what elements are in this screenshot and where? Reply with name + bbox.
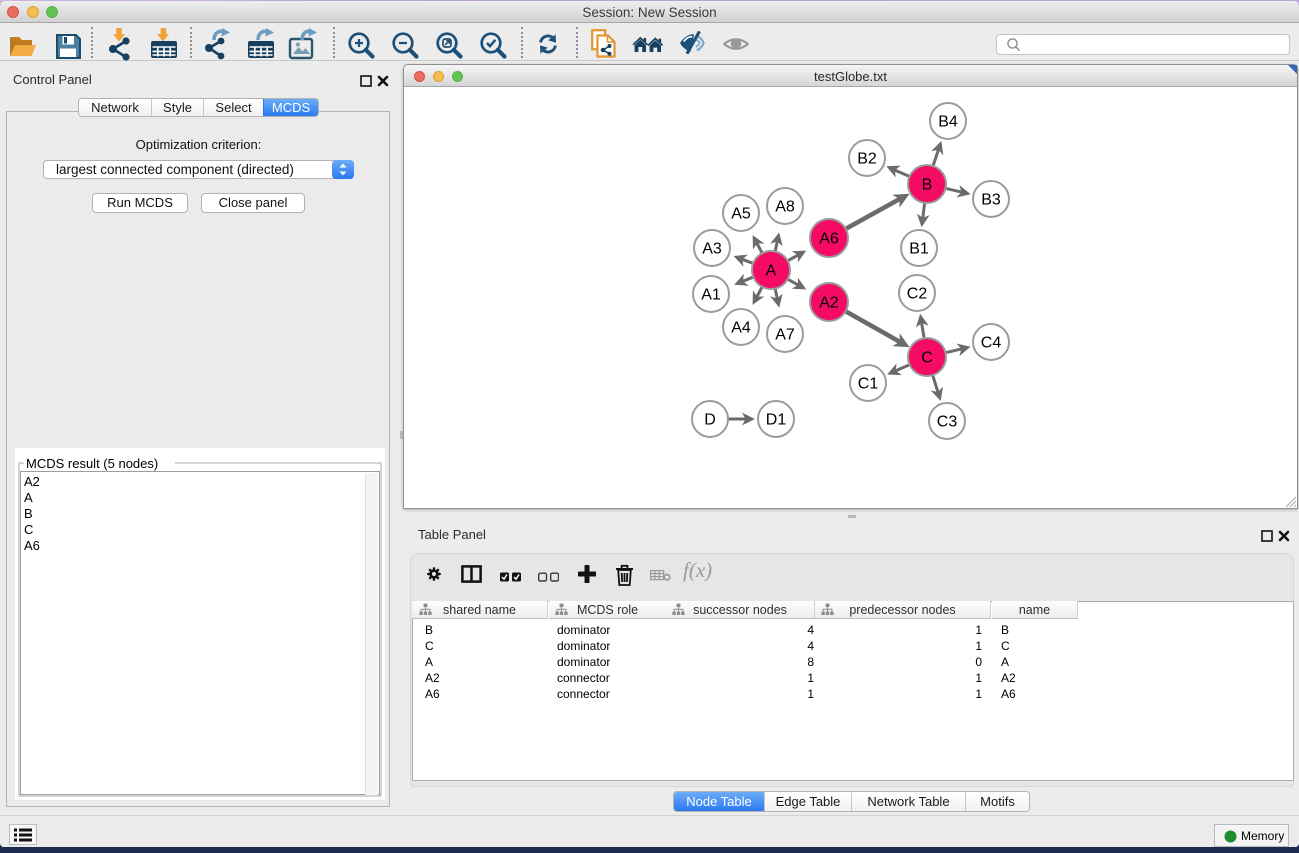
svg-text:A3: A3 <box>702 241 722 258</box>
svg-text:A5: A5 <box>731 206 751 223</box>
svg-text:B2: B2 <box>857 151 877 168</box>
svg-text:B4: B4 <box>938 114 958 131</box>
svg-text:B1: B1 <box>909 241 929 258</box>
svg-text:A6: A6 <box>819 231 839 248</box>
svg-text:C1: C1 <box>858 376 879 393</box>
svg-text:D1: D1 <box>766 412 787 429</box>
svg-text:A: A <box>766 263 777 280</box>
svg-text:A2: A2 <box>819 295 839 312</box>
svg-text:C3: C3 <box>937 414 958 431</box>
svg-text:A4: A4 <box>731 320 751 337</box>
svg-text:B: B <box>922 177 933 194</box>
svg-text:A8: A8 <box>775 199 795 216</box>
svg-text:B3: B3 <box>981 192 1001 209</box>
svg-text:C: C <box>921 350 933 367</box>
svg-text:C2: C2 <box>907 286 928 303</box>
svg-text:C4: C4 <box>981 335 1002 352</box>
svg-text:A7: A7 <box>775 327 795 344</box>
svg-text:A1: A1 <box>701 287 721 304</box>
svg-text:D: D <box>704 412 716 429</box>
